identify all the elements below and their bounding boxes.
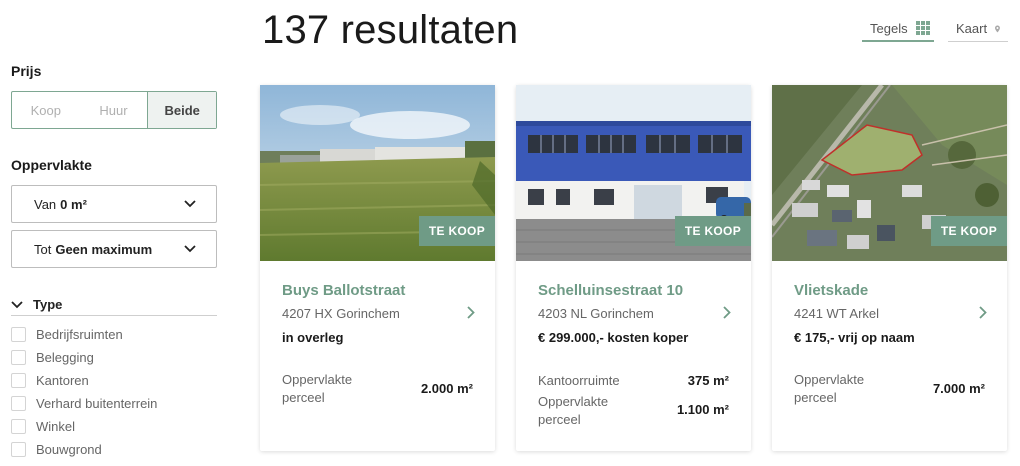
type-option-winkel[interactable]: Winkel <box>11 415 217 438</box>
view-tiles-toggle[interactable]: Tegels <box>862 16 934 42</box>
checkbox[interactable] <box>11 442 26 457</box>
type-option-label: Kantoren <box>36 373 89 388</box>
listing-title[interactable]: Vlietskade <box>794 282 868 299</box>
grid-icon <box>915 21 930 35</box>
spec-label: Oppervlakte perceel <box>794 372 865 405</box>
area-to-value: Geen maximum <box>55 241 153 257</box>
checkbox[interactable] <box>11 419 26 434</box>
spec-value: 1.100 m² <box>676 402 729 417</box>
area-to-prefix: Tot <box>34 241 52 257</box>
type-option-bedrijfsruimten[interactable]: Bedrijfsruimten <box>11 323 217 346</box>
view-map-toggle[interactable]: Kaart <box>948 16 1008 42</box>
area-filter-label: Oppervlakte <box>11 157 92 173</box>
type-filter-label: Type <box>33 297 63 312</box>
view-tiles-label: Tegels <box>870 20 908 36</box>
spec-value: 2.000 m² <box>420 381 473 396</box>
chevron-down-icon <box>184 200 196 208</box>
checkbox[interactable] <box>11 350 26 365</box>
listing-photo: TE KOOP <box>260 85 495 261</box>
spec-value: 7.000 m² <box>932 381 985 396</box>
checkbox[interactable] <box>11 373 26 388</box>
price-filter-label: Prijs <box>11 63 42 79</box>
map-pin-icon <box>995 25 1000 32</box>
listing-address: 4241 WT Arkel <box>794 306 880 321</box>
type-option-label: Verhard buitenterrein <box>36 396 158 411</box>
type-option-belegging[interactable]: Belegging <box>11 346 217 369</box>
checkbox[interactable] <box>11 396 26 411</box>
listing-title[interactable]: Buys Ballotstraat <box>282 282 405 299</box>
for-sale-badge: TE KOOP <box>674 216 751 246</box>
type-option-list: Bedrijfsruimten Belegging Kantoren Verha… <box>11 323 217 461</box>
listing-card[interactable]: TE KOOP Buys Ballotstraat 4207 HX Gorinc… <box>260 85 495 451</box>
listing-card[interactable]: TE KOOP Vlietskade 4241 WT Arkel € 175,-… <box>772 85 1007 451</box>
price-option-huur[interactable]: Huur <box>80 92 148 128</box>
area-from-value: 0 m² <box>60 196 87 212</box>
type-option-bouwgrond[interactable]: Bouwgrond <box>11 438 217 461</box>
price-option-beide[interactable]: Beide <box>147 92 217 128</box>
listing-title[interactable]: Schelluinsestraat 10 <box>538 282 683 299</box>
type-option-label: Belegging <box>36 350 94 365</box>
view-map-label: Kaart <box>956 21 988 36</box>
type-option-verhard-buitenterrein[interactable]: Verhard buitenterrein <box>11 392 217 415</box>
type-option-label: Bouwgrond <box>36 442 102 457</box>
chevron-down-icon <box>11 300 23 308</box>
price-option-koop[interactable]: Koop <box>12 92 80 128</box>
chevron-right-icon[interactable] <box>979 306 987 319</box>
listing-price: € 299.000,- kosten koper <box>538 330 689 345</box>
type-filter-toggle[interactable]: Type <box>11 294 217 316</box>
results-count-title: 137 resultaten <box>262 8 519 52</box>
listing-address: 4203 NL Gorinchem <box>538 306 654 321</box>
type-option-kantoren[interactable]: Kantoren <box>11 369 217 392</box>
type-option-label: Bedrijfsruimten <box>36 327 123 342</box>
chevron-down-icon <box>184 245 196 253</box>
for-sale-badge: TE KOOP <box>930 216 1007 246</box>
spec-label: Kantoorruimte <box>538 373 620 388</box>
spec-value: 375 m² <box>687 373 729 388</box>
type-option-label: Winkel <box>36 419 76 434</box>
listing-price: € 175,- vrij op naam <box>794 330 915 345</box>
listing-photo: TE KOOP <box>516 85 751 261</box>
spec-label: Oppervlakte perceel <box>538 394 609 427</box>
listing-price: in overleg <box>282 330 344 345</box>
chevron-right-icon[interactable] <box>723 306 731 319</box>
chevron-right-icon[interactable] <box>467 306 475 319</box>
price-type-toggle: Koop Huur Beide <box>11 91 217 129</box>
checkbox[interactable] <box>11 327 26 342</box>
area-to-select[interactable]: Tot Geen maximum <box>11 230 217 268</box>
area-from-prefix: Van <box>34 196 57 212</box>
spec-label: Oppervlakte perceel <box>282 372 353 405</box>
listing-card[interactable]: TE KOOP Schelluinsestraat 10 4203 NL Gor… <box>516 85 751 451</box>
for-sale-badge: TE KOOP <box>418 216 495 246</box>
listing-photo: TE KOOP <box>772 85 1007 261</box>
area-from-select[interactable]: Van 0 m² <box>11 185 217 223</box>
listing-address: 4207 HX Gorinchem <box>282 306 400 321</box>
